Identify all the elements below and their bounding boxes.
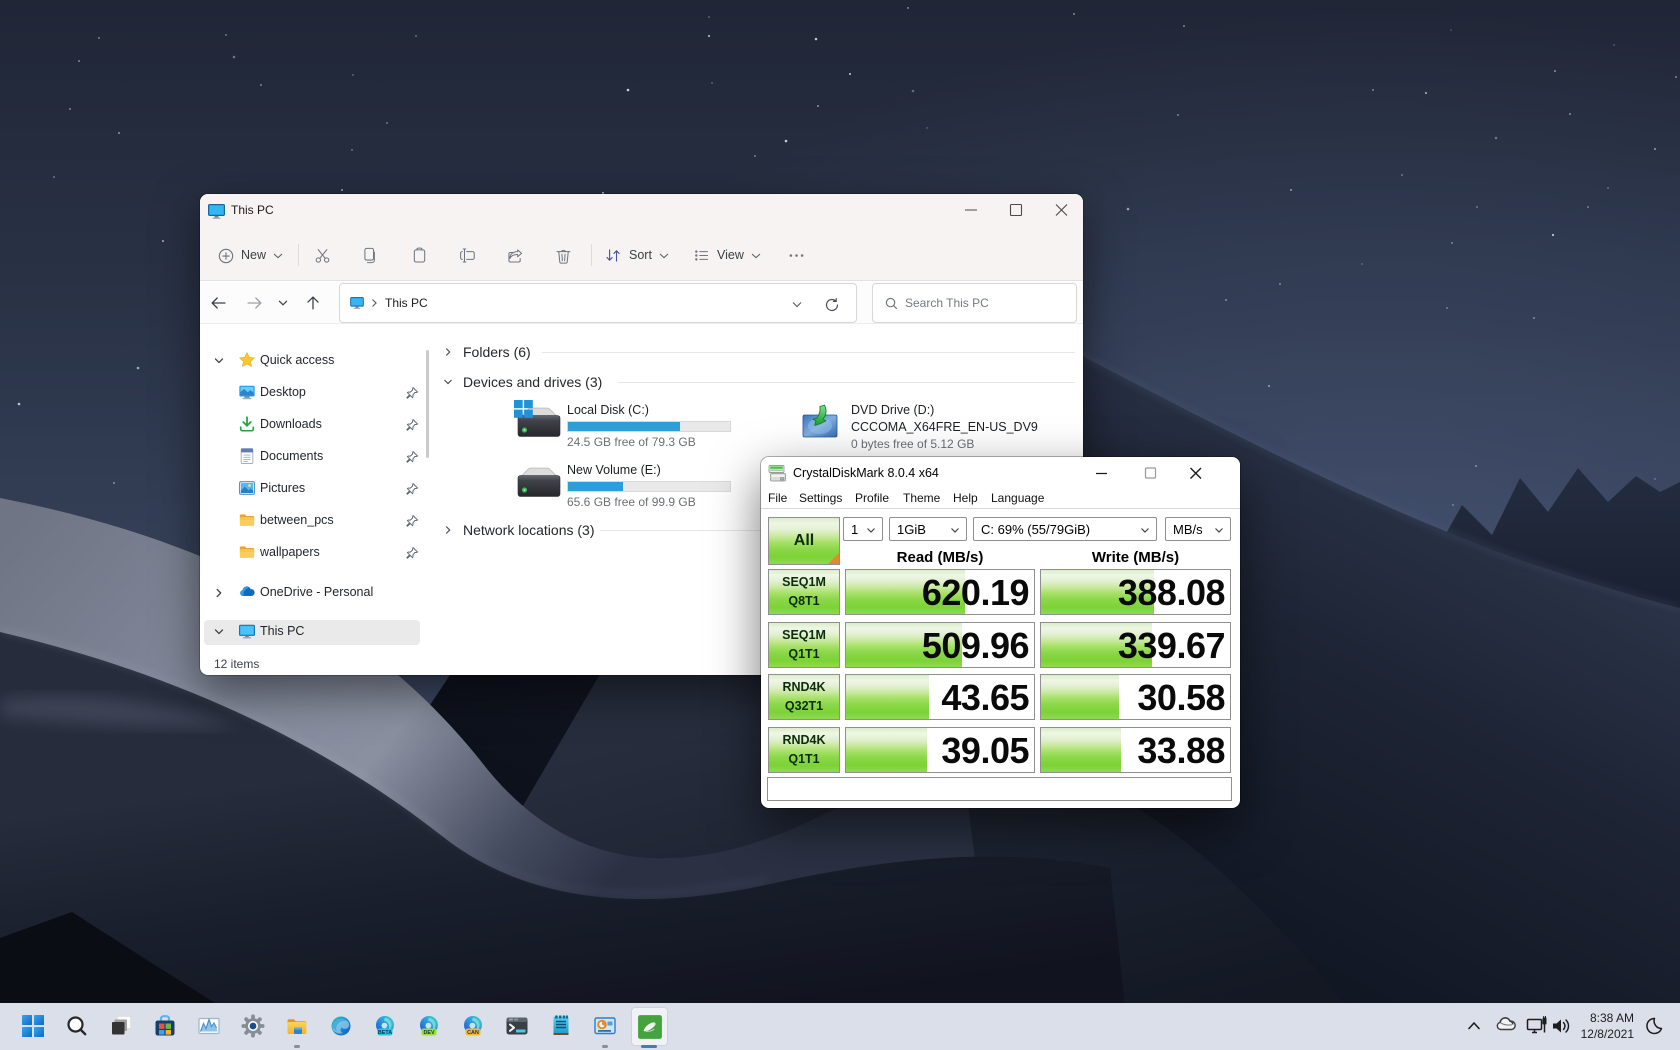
svg-text:CAN: CAN: [467, 1030, 479, 1036]
svg-text:DEV: DEV: [423, 1030, 434, 1036]
svg-text:BETA: BETA: [378, 1030, 392, 1036]
